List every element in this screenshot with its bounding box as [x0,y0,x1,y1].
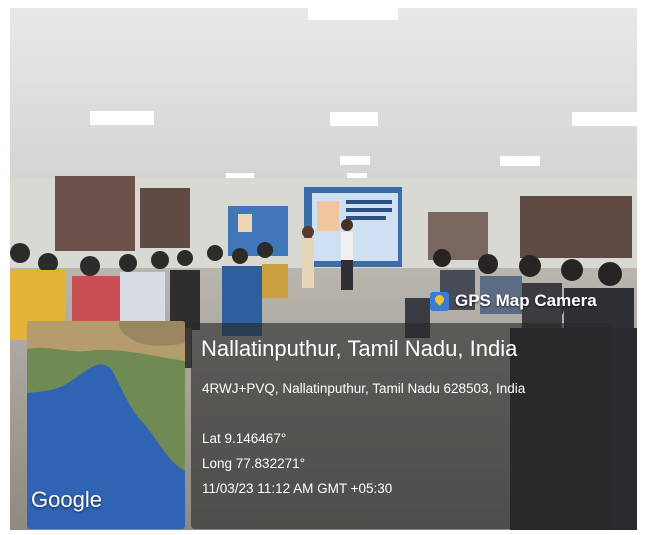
location-place: Nallatinputhur, Tamil Nadu, India [201,336,518,361]
location-info-panel: Nallatinputhur, Tamil Nadu, India 4RWJ+P… [191,323,612,529]
longitude: Long 77.832271° [202,456,305,471]
photo-frame: Google GPS Map Camera Nallatinputhur, Ta… [10,8,637,530]
map-pin-icon [430,291,449,311]
map-thumbnail: Google [27,321,185,529]
google-map-label: Google [31,487,102,512]
datetime: 11/03/23 11:12 AM GMT +05:30 [202,481,393,496]
latitude: Lat 9.146467° [202,431,287,446]
gps-map-camera-watermark: GPS Map Camera [430,291,597,311]
gps-watermark-label: GPS Map Camera [455,291,597,310]
location-address: 4RWJ+PVQ, Nallatinputhur, Tamil Nadu 628… [202,381,526,396]
